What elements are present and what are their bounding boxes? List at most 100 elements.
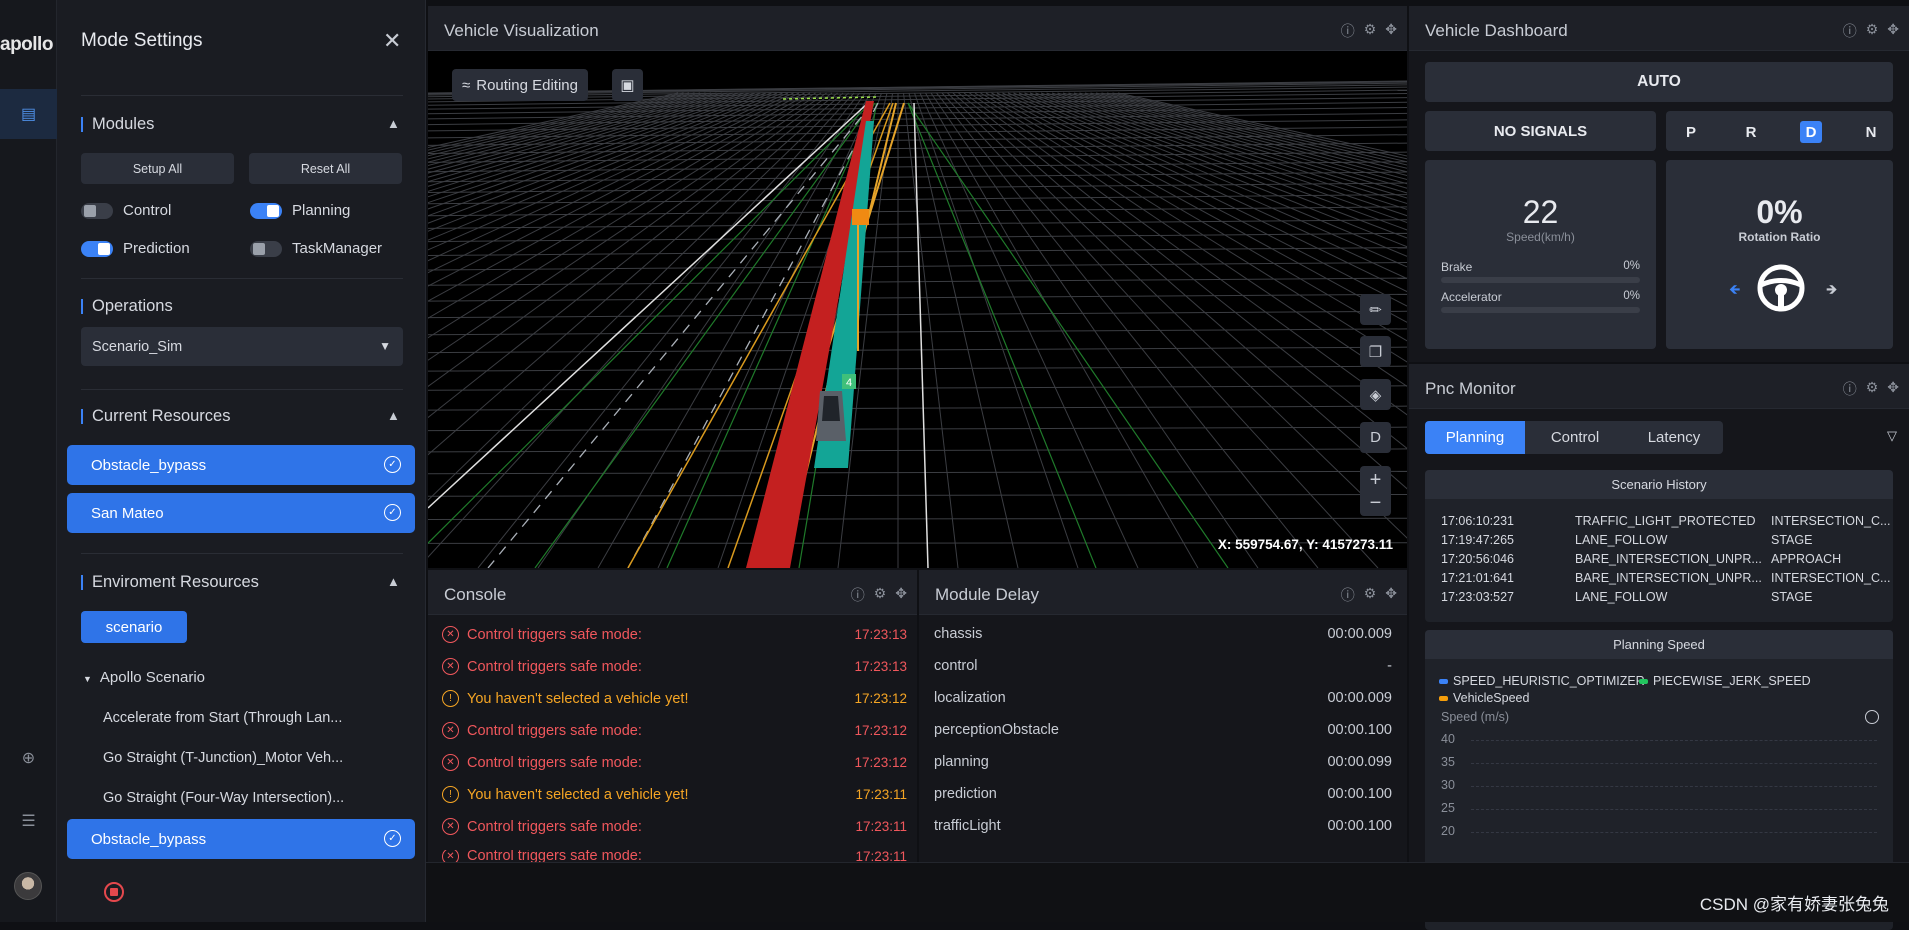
error-icon: ✕: [442, 818, 459, 835]
help-icon[interactable]: ⓘ: [851, 585, 865, 605]
grid-line: [428, 262, 1407, 271]
avatar[interactable]: [14, 872, 42, 900]
zoom-control[interactable]: + −: [1360, 466, 1391, 516]
close-icon[interactable]: ✕: [383, 28, 401, 54]
gear-icon[interactable]: ⚙: [1364, 585, 1377, 605]
help-icon[interactable]: ⓘ: [1341, 585, 1355, 605]
operations-selected-value: Scenario_Sim: [92, 338, 183, 355]
toggle-taskmanager[interactable]: TaskManager: [250, 240, 382, 257]
mode-settings-rail-button[interactable]: ▤: [0, 89, 57, 139]
help-icon[interactable]: ⓘ: [1843, 21, 1857, 41]
mode-settings-title: Mode Settings: [81, 30, 203, 51]
scenario-history-row: 17:23:03:527 LANE_FOLLOW STAGE: [1441, 590, 1883, 605]
check-icon: ✓: [384, 830, 401, 847]
steering-wheel-icon: [1757, 264, 1805, 312]
gear-icon[interactable]: ⚙: [1866, 379, 1879, 399]
grid-line: [428, 92, 778, 232]
gear-p: P: [1685, 123, 1696, 141]
module-name: localization: [934, 690, 1006, 706]
view-mode-tool[interactable]: D: [1360, 422, 1391, 453]
scenario-tab[interactable]: scenario: [81, 611, 187, 643]
setup-all-button[interactable]: Setup All: [81, 153, 234, 184]
ruler-tool[interactable]: ✏: [1360, 294, 1391, 325]
module-delay-value: -: [1387, 658, 1392, 674]
grid-line: [428, 426, 1407, 432]
toggle-switch[interactable]: [250, 240, 282, 257]
grid-line: [428, 517, 1407, 520]
grid-line: [428, 182, 1407, 193]
legend-item[interactable]: VehicleSpeed: [1439, 691, 1529, 705]
tab-planning[interactable]: Planning: [1425, 421, 1525, 454]
grid-line: [914, 92, 1079, 568]
tree-group-apollo-scenario[interactable]: ▼ Apollo Scenario: [83, 669, 205, 686]
move-icon[interactable]: ✥: [1887, 21, 1899, 41]
panel-title: Pnc Monitor: [1425, 379, 1516, 398]
toggle-label: TaskManager: [292, 240, 383, 257]
current-resource-item[interactable]: Obstacle_bypass ✓: [67, 445, 415, 485]
zoom-out-button[interactable]: −: [1370, 493, 1382, 513]
resources-rail-button[interactable]: ☰: [0, 796, 57, 846]
history-stage: STAGE: [1771, 533, 1813, 547]
toggle-control[interactable]: Control: [81, 202, 171, 219]
stop-record-button[interactable]: [104, 882, 124, 902]
layers-tool[interactable]: ◈: [1360, 379, 1391, 410]
help-icon[interactable]: ⓘ: [1341, 21, 1355, 41]
move-icon[interactable]: ✥: [1385, 585, 1397, 605]
tab-control[interactable]: Control: [1525, 421, 1625, 454]
toggle-switch[interactable]: [250, 202, 282, 219]
rotation-box: 0% Rotation Ratio 🡸 🡺: [1666, 160, 1893, 349]
tab-latency[interactable]: Latency: [1625, 421, 1723, 454]
filter-icon[interactable]: ▽: [1887, 428, 1897, 444]
panel-tools: ⓘ ⚙ ✥: [1341, 585, 1397, 605]
panel-tools: ⓘ ⚙ ✥: [851, 585, 907, 605]
history-time: 17:19:47:265: [1441, 533, 1514, 547]
scenario-item[interactable]: Go Straight (T-Junction)_Motor Veh...: [103, 750, 343, 766]
copy-tool[interactable]: ❐: [1360, 336, 1391, 367]
pnc-monitor-panel: Pnc Monitor ⓘ ⚙ ✥ Planning Control Laten…: [1409, 364, 1909, 930]
move-icon[interactable]: ✥: [1887, 379, 1899, 399]
grid-line: [428, 92, 701, 160]
routing-editing-button[interactable]: ≈ Routing Editing: [452, 69, 588, 101]
log-text: Control triggers safe mode:: [467, 818, 642, 835]
reset-all-button[interactable]: Reset All: [249, 153, 402, 184]
zoom-in-button[interactable]: +: [1370, 470, 1382, 490]
add-rail-button[interactable]: ⊕: [0, 733, 57, 783]
chevron-up-icon[interactable]: ▲: [387, 408, 400, 423]
toggle-switch[interactable]: [81, 240, 113, 257]
module-delay-value: 00:00.100: [1327, 786, 1392, 802]
chevron-up-icon[interactable]: ▲: [387, 116, 400, 131]
camera-button[interactable]: ▣: [612, 69, 643, 101]
legend-swatch: [1439, 678, 1448, 684]
y-tick-label: 25: [1441, 801, 1455, 815]
3d-scene[interactable]: 4: [428, 51, 1407, 568]
console-log-row: ✕ Control triggers safe mode: 17:23:11: [442, 850, 907, 862]
grid-line: [428, 92, 783, 241]
toggle-switch[interactable]: [81, 202, 113, 219]
y-tick-label: 40: [1441, 732, 1455, 746]
gear-icon[interactable]: ⚙: [1866, 21, 1879, 41]
scenario-item-selected[interactable]: Obstacle_bypass ✓: [67, 819, 415, 859]
gear-icon[interactable]: ⚙: [874, 585, 887, 605]
history-stage: STAGE: [1771, 590, 1813, 604]
grid-line: [428, 92, 717, 170]
module-name: perceptionObstacle: [934, 722, 1059, 738]
resource-label: San Mateo: [91, 504, 164, 522]
current-resource-item[interactable]: San Mateo ✓: [67, 493, 415, 533]
legend-item[interactable]: SPEED_HEURISTIC_OPTIMIZER: [1439, 674, 1645, 688]
refresh-icon[interactable]: [1865, 710, 1879, 724]
legend-item[interactable]: PIECEWISE_JERK_SPEED: [1639, 674, 1811, 688]
operations-select[interactable]: Scenario_Sim ▼: [81, 327, 403, 366]
move-icon[interactable]: ✥: [895, 585, 907, 605]
grid-line: [428, 142, 1407, 155]
gear-icon[interactable]: ⚙: [1364, 21, 1377, 41]
scenario-item[interactable]: Go Straight (Four-Way Intersection)...: [103, 790, 344, 806]
chevron-up-icon[interactable]: ▲: [387, 574, 400, 589]
scenario-item[interactable]: Accelerate from Start (Through Lan...: [103, 710, 342, 726]
toggle-prediction[interactable]: Prediction: [81, 240, 190, 257]
list-icon: ☰: [21, 813, 36, 830]
toggle-planning[interactable]: Planning: [250, 202, 350, 219]
accelerator-value: 0%: [1623, 290, 1640, 302]
help-icon[interactable]: ⓘ: [1843, 379, 1857, 399]
scenario-history-row: 17:06:10:231 TRAFFIC_LIGHT_PROTECTED INTER…: [1441, 514, 1890, 529]
move-icon[interactable]: ✥: [1385, 21, 1397, 41]
